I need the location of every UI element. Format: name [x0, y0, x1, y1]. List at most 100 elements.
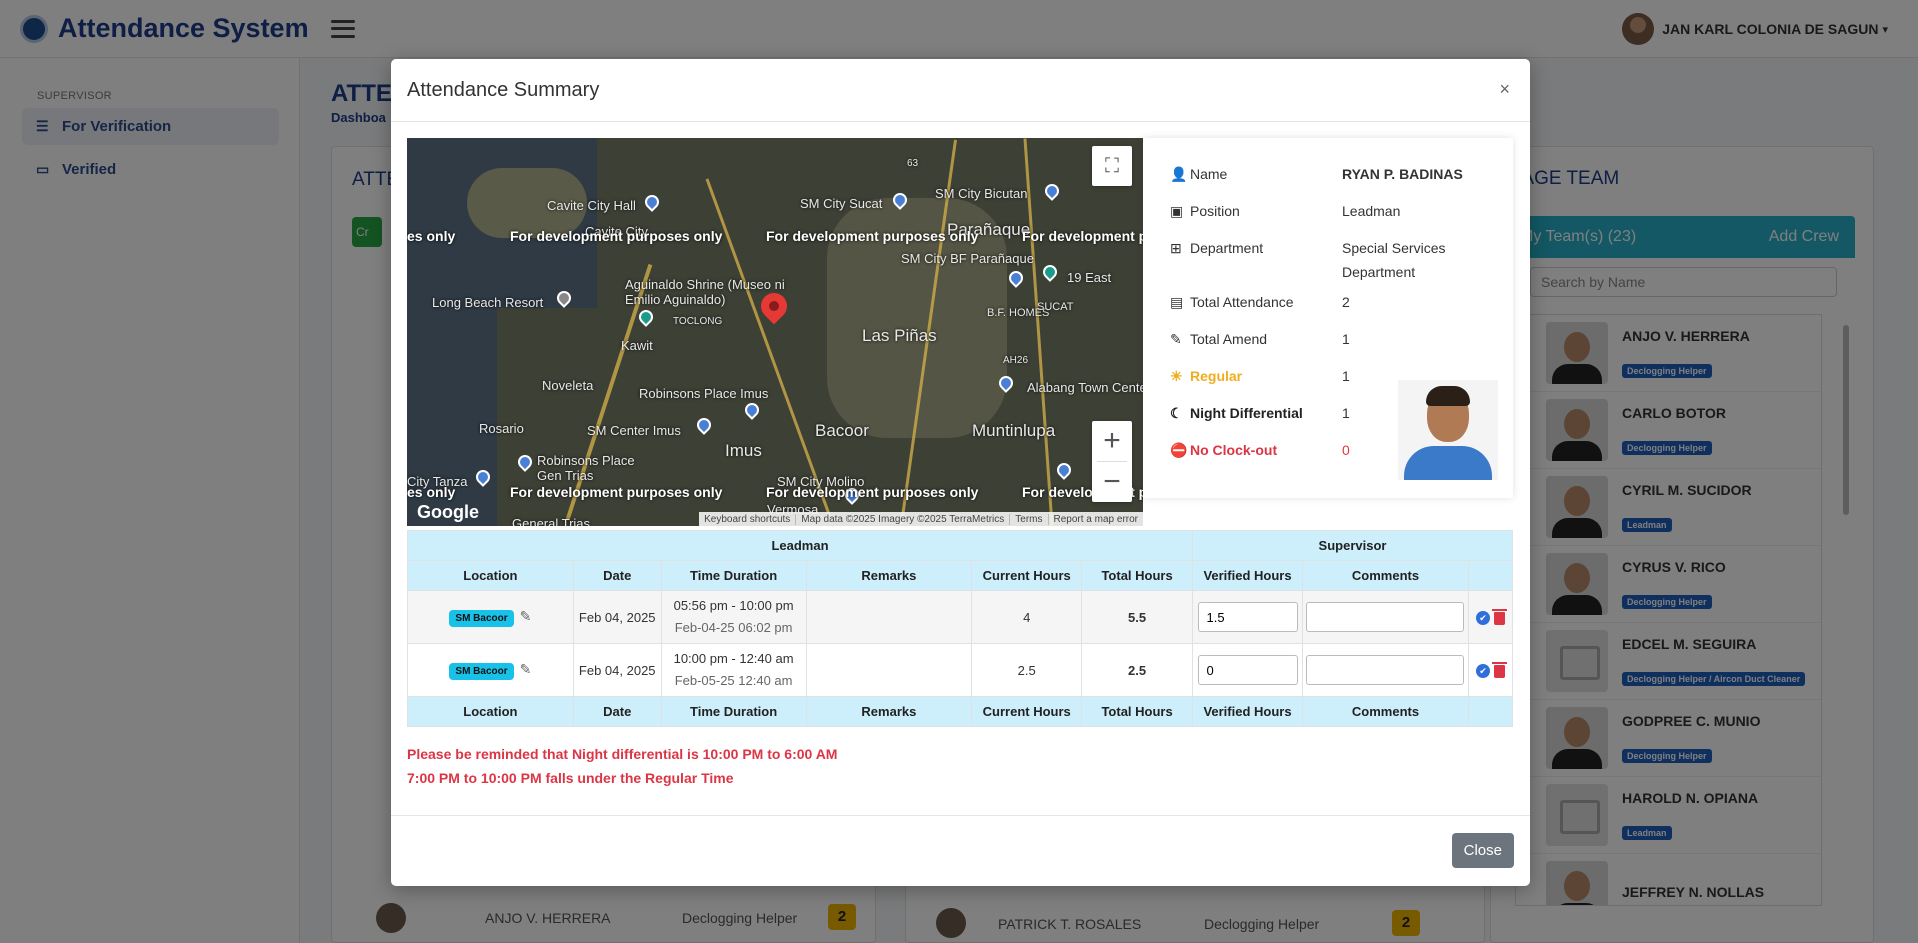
map-watermark: For development purposes only	[766, 228, 979, 244]
column-header: Comments	[1302, 560, 1469, 591]
terms-link[interactable]: Terms	[1009, 513, 1047, 525]
map-poi-icon[interactable]	[642, 192, 662, 212]
verify-check-icon[interactable]: ✔	[1475, 611, 1490, 626]
map-poi-icon[interactable]	[515, 452, 535, 472]
info-label: Position	[1190, 203, 1240, 219]
clipboard-icon: ▤	[1170, 294, 1184, 310]
info-row-name: 👤 Name RYAN P. BADINAS	[1170, 162, 1492, 186]
map-poi-icon[interactable]	[1006, 268, 1026, 288]
total-hours-cell: 2.5	[1081, 643, 1194, 697]
info-label: No Clock-out	[1190, 442, 1278, 458]
column-header: Current Hours	[971, 560, 1083, 591]
sitemap-icon: ⊞	[1170, 240, 1182, 256]
table-row: SM Bacoor ✎ Feb 04, 2025 05:56 pm - 10:00…	[407, 590, 1514, 644]
zoom-in-button[interactable]: +	[1092, 421, 1132, 461]
column-footer: Location	[407, 696, 574, 727]
current-hours-cell: 2.5	[971, 643, 1083, 697]
trash-icon[interactable]	[1491, 608, 1507, 625]
modal-header: Attendance Summary ×	[391, 59, 1530, 122]
map-place-label: SM City BF Parañaque	[901, 251, 1034, 266]
time-range: 10:00 pm - 12:40 am	[673, 651, 794, 666]
map-place-label: Long Beach Resort	[432, 295, 544, 310]
map-poi-icon[interactable]	[1040, 262, 1060, 282]
map-poi-icon[interactable]	[694, 415, 714, 435]
info-label: Total Attendance	[1190, 294, 1294, 310]
info-row-total-amend: ✎ Total Amend 1	[1170, 327, 1492, 351]
map-road-label: 63	[907, 158, 919, 169]
time-duration-cell: 10:00 pm - 12:40 am Feb-05-25 12:40 am	[660, 643, 807, 697]
map-watermark: For development purposes only	[510, 484, 723, 500]
map-attribution: Keyboard shortcuts Map data ©2025 Imager…	[699, 512, 1143, 526]
map-poi-icon[interactable]	[742, 400, 762, 420]
verify-check-icon[interactable]: ✔	[1475, 664, 1490, 679]
location-badge[interactable]: SM Bacoor	[449, 609, 514, 627]
column-footer: Verified Hours	[1192, 696, 1303, 727]
regular-time-reminder: 7:00 PM to 10:00 PM falls under the Regu…	[407, 770, 734, 786]
column-header: Total Hours	[1081, 560, 1194, 591]
comments-input[interactable]	[1306, 655, 1465, 685]
edit-icon[interactable]: ✎	[520, 608, 532, 625]
location-badge[interactable]: SM Bacoor	[449, 662, 514, 680]
map-watermark: For development purposes only	[510, 228, 723, 244]
column-footer: Remarks	[805, 696, 973, 727]
remarks-cell	[805, 643, 973, 697]
map-zoom-control: + −	[1092, 421, 1132, 502]
info-label: Night Differential	[1190, 405, 1303, 421]
verified-hours-input[interactable]	[1197, 655, 1298, 685]
map-place-label: Alabang Town Cente	[1027, 380, 1143, 395]
night-differential-reminder: Please be reminded that Night differenti…	[407, 746, 838, 762]
time-logged: Feb-05-25 12:40 am	[674, 673, 793, 688]
total-amend-value: 1	[1342, 331, 1350, 347]
map-place-label: Cavite City Hall	[547, 198, 636, 213]
employee-position: Leadman	[1342, 203, 1401, 219]
map-poi-icon[interactable]	[1042, 181, 1062, 201]
time-range: 05:56 pm - 10:00 pm	[673, 598, 794, 613]
modal-footer: Close	[391, 815, 1530, 886]
trash-icon[interactable]	[1491, 661, 1507, 678]
column-footer: Date	[572, 696, 662, 727]
column-header: Time Duration	[660, 560, 807, 591]
map-place-label: Muntinlupa	[972, 421, 1056, 440]
map-watermark: es only	[407, 228, 456, 244]
map-place-label: Noveleta	[542, 378, 594, 393]
map-poi-icon[interactable]	[1054, 460, 1074, 480]
column-footer: Total Hours	[1081, 696, 1194, 727]
column-header: Date	[572, 560, 662, 591]
close-icon[interactable]: ×	[1499, 79, 1510, 100]
map-watermark: For development pu	[1022, 228, 1143, 244]
column-footer-actions	[1467, 696, 1514, 727]
column-footer: Current Hours	[971, 696, 1083, 727]
map-place-label: Robinsons Place Gen Trias	[537, 453, 635, 483]
map-place-label: Kawit	[621, 338, 653, 353]
date-cell: Feb 04, 2025	[572, 590, 662, 644]
edit-icon[interactable]: ✎	[520, 661, 532, 678]
report-map-error-link[interactable]: Report a map error	[1047, 513, 1143, 525]
verified-hours-input[interactable]	[1197, 602, 1298, 632]
attendance-table: Leadman Supervisor Location Date Time Du…	[406, 530, 1514, 727]
map-place-label: SM City Sucat	[800, 196, 883, 211]
employee-photo	[1398, 380, 1498, 480]
table-row: SM Bacoor ✎ Feb 04, 2025 10:00 pm - 12:40…	[407, 643, 1514, 697]
location-map[interactable]: Cavite City Hall Cavite City SM City Suc…	[407, 138, 1143, 526]
attendance-summary-modal: Attendance Summary × Cavite City Hall Ca…	[391, 59, 1530, 886]
employee-name: RYAN P. BADINAS	[1342, 166, 1463, 182]
fullscreen-icon[interactable]: ⛶	[1092, 146, 1132, 186]
comments-input[interactable]	[1306, 602, 1465, 632]
map-place-label: Imus	[725, 441, 762, 460]
map-place-label: TOCLONG	[673, 316, 723, 327]
map-data-text: Map data ©2025 Imagery ©2025 TerraMetric…	[795, 513, 1009, 525]
map-place-label: SM City Bicutan	[935, 186, 1028, 201]
column-header-actions	[1467, 560, 1514, 591]
remarks-cell	[805, 590, 973, 644]
keyboard-shortcuts-link[interactable]: Keyboard shortcuts	[699, 514, 795, 525]
map-place-label: Rosario	[479, 421, 524, 436]
info-label: Name	[1190, 166, 1228, 182]
map-poi-icon[interactable]	[636, 307, 656, 327]
id-badge-icon: ▣	[1170, 203, 1184, 219]
map-place-label: SM Center Imus	[587, 423, 681, 438]
zoom-out-button[interactable]: −	[1092, 462, 1132, 502]
edit-icon: ✎	[1170, 331, 1182, 347]
google-logo: Google	[417, 502, 479, 522]
map-place-label: Bacoor	[815, 421, 869, 440]
close-button[interactable]: Close	[1451, 833, 1514, 868]
